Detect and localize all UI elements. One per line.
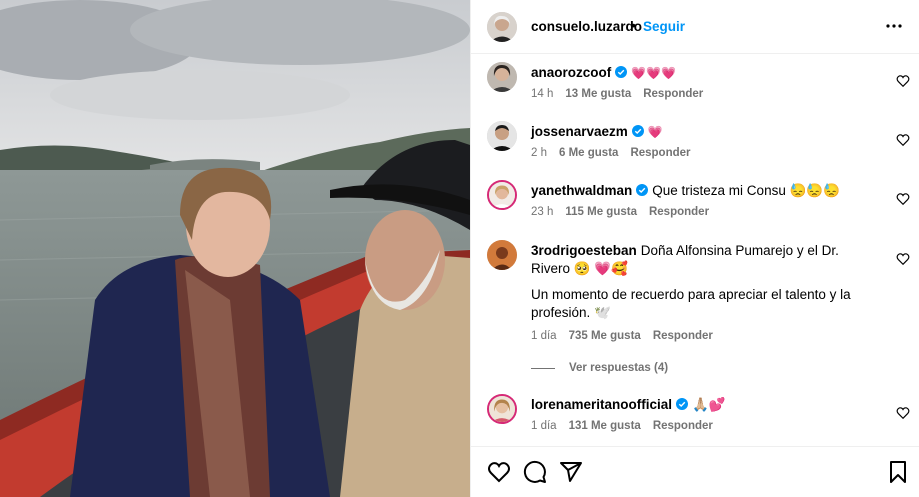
- comment-time: 1 día: [531, 330, 557, 342]
- view-replies-label: Ver respuestas (4): [569, 362, 669, 374]
- author-avatar[interactable]: [487, 12, 517, 42]
- reply-button[interactable]: Responder: [630, 147, 690, 159]
- comment-icon[interactable]: [523, 460, 547, 484]
- comment-likes[interactable]: 735 Me gusta: [569, 330, 641, 342]
- view-replies-button[interactable]: Ver respuestas (4): [531, 362, 668, 374]
- commenter-username[interactable]: anaorozcoof: [531, 65, 611, 80]
- comment-likes[interactable]: 6 Me gusta: [559, 147, 618, 159]
- comment-time: 2 h: [531, 147, 547, 159]
- comment-text-continued: Un momento de recuerdo para apreciar el …: [531, 287, 851, 320]
- verified-badge-icon: [631, 124, 644, 137]
- reply-button[interactable]: Responder: [653, 330, 713, 342]
- comments-list[interactable]: anaorozcoof 💗💗💗 14 h 13 Me gusta Responder …: [471, 54, 919, 446]
- separator-dot: •: [631, 17, 636, 33]
- commenter-avatar[interactable]: [487, 240, 517, 270]
- more-options-icon[interactable]: [882, 14, 906, 38]
- comment-text: 💗: [647, 125, 663, 139]
- post-header: consuelo.luzardo • Seguir: [471, 0, 919, 54]
- like-comment-heart-icon[interactable]: [896, 252, 910, 266]
- bookmark-icon[interactable]: [886, 460, 910, 484]
- post-photo: [0, 0, 470, 497]
- commenter-avatar[interactable]: [487, 180, 517, 210]
- comment-likes[interactable]: 13 Me gusta: [565, 88, 631, 100]
- like-comment-heart-icon[interactable]: [896, 192, 910, 206]
- verified-badge-icon: [676, 397, 689, 410]
- comment-likes[interactable]: 115 Me gusta: [565, 206, 637, 218]
- commenter-username[interactable]: jossenarvaezm: [531, 124, 628, 139]
- commenter-username[interactable]: 3rodrigoesteban: [531, 243, 637, 258]
- comment-text: 🙏🏼💕: [692, 397, 726, 412]
- like-comment-heart-icon[interactable]: [896, 74, 910, 88]
- post-actions-bar: [471, 446, 919, 497]
- comment-text: Que tristeza mi Consu 😓😓😓: [652, 183, 841, 198]
- commenter-avatar[interactable]: [487, 394, 517, 424]
- like-comment-heart-icon[interactable]: [896, 406, 910, 420]
- verified-badge-icon: [636, 183, 649, 196]
- reply-button[interactable]: Responder: [653, 420, 713, 432]
- reply-button[interactable]: Responder: [643, 88, 703, 100]
- commenter-avatar[interactable]: [487, 62, 517, 92]
- comment-time: 14 h: [531, 88, 554, 100]
- follow-button[interactable]: Seguir: [643, 19, 685, 34]
- photo-illustration: [0, 0, 470, 497]
- comment-likes[interactable]: 131 Me gusta: [569, 420, 641, 432]
- commenter-avatar[interactable]: [487, 121, 517, 151]
- comment-time: 1 día: [531, 420, 557, 432]
- like-heart-icon[interactable]: [487, 460, 511, 484]
- share-send-icon[interactable]: [559, 460, 583, 484]
- author-username[interactable]: consuelo.luzardo: [531, 19, 642, 34]
- comment-time: 23 h: [531, 206, 554, 218]
- post-panel: consuelo.luzardo • Seguir anaorozcoof 💗💗💗…: [470, 0, 919, 497]
- commenter-username[interactable]: yanethwaldman: [531, 183, 632, 198]
- verified-badge-icon: [615, 65, 628, 78]
- commenter-username[interactable]: lorenameritanoofficial: [531, 397, 672, 412]
- comment-text: 💗💗💗: [631, 66, 677, 80]
- reply-button[interactable]: Responder: [649, 206, 709, 218]
- replies-divider-line: [531, 367, 555, 369]
- like-comment-heart-icon[interactable]: [896, 133, 910, 147]
